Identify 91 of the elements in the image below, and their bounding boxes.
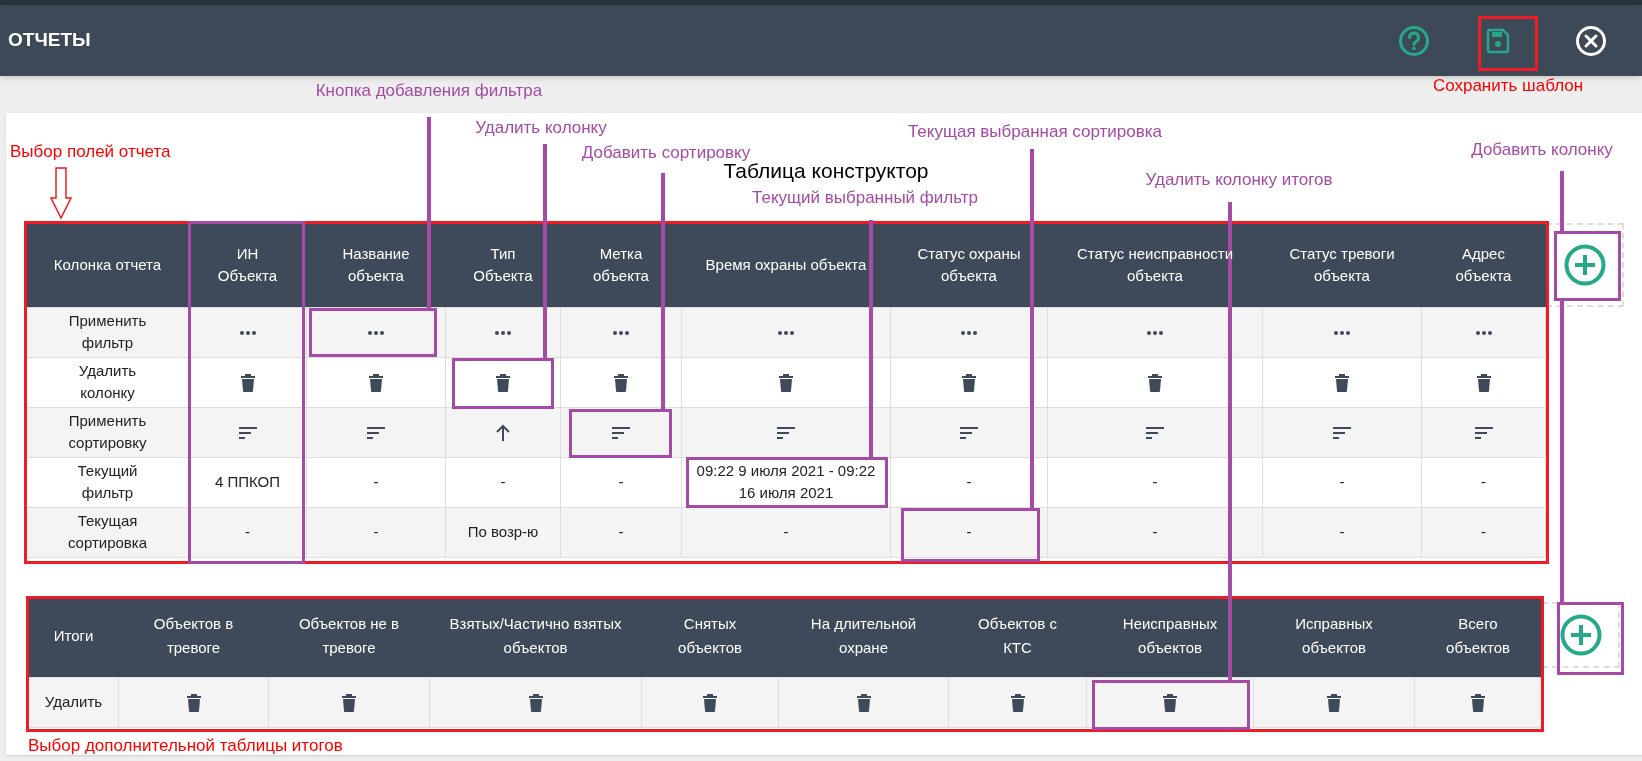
annotation-label: Удалить колонку итогов [1145, 170, 1333, 190]
add-column-icon[interactable] [1560, 613, 1602, 656]
trash-icon[interactable] [779, 374, 793, 393]
row-label: Применить фильтр [26, 307, 189, 357]
column-header: Адрес объекта [1421, 223, 1546, 307]
trash-icon[interactable] [1163, 694, 1177, 713]
table-cell: По возр-ю [445, 507, 561, 557]
column-header: Название объекта [306, 223, 446, 307]
page-title: ОТЧЕТЫ [8, 28, 92, 53]
save-icon[interactable] [1485, 27, 1511, 54]
trash-icon[interactable] [856, 694, 871, 713]
column-header: Объектов не в тревоге [268, 595, 430, 678]
trash-icon[interactable] [962, 374, 976, 393]
annotation-label: Добавить колонку [1471, 140, 1613, 160]
table-cell: - [1262, 507, 1422, 557]
table-cell: - [188, 507, 307, 557]
trash-icon[interactable] [186, 694, 201, 713]
sort-icon[interactable] [1474, 427, 1493, 440]
trash-icon[interactable] [1335, 374, 1349, 393]
up-arrow-icon[interactable] [495, 424, 511, 443]
annotation-label: Кнопка добавления фильтра [315, 81, 543, 101]
add-column-icon[interactable] [1564, 244, 1606, 286]
column-header: Время охраны объекта [681, 223, 891, 307]
trash-icon[interactable] [1327, 694, 1341, 713]
sort-icon[interactable] [612, 427, 630, 440]
more-icon[interactable] [495, 331, 511, 336]
trash-icon[interactable] [369, 374, 383, 393]
trash-icon[interactable] [703, 694, 717, 713]
close-icon[interactable] [1575, 24, 1607, 57]
trash-icon[interactable] [240, 374, 255, 393]
row-label: Удалить [28, 677, 119, 728]
column-header: Статус тревоги объекта [1262, 223, 1422, 307]
table-cell: - [306, 507, 446, 557]
more-icon[interactable] [961, 331, 977, 336]
column-header: Объектов в тревоге [118, 595, 269, 678]
highlight-frame [1554, 231, 1621, 301]
highlight-frame [1478, 16, 1538, 71]
column-header: Статус неисправности объекта [1047, 223, 1263, 307]
annotation-label: Добавить сортировку [581, 143, 751, 163]
column-header: Всего объектов [1414, 595, 1542, 678]
column-header: ИН Объекта [188, 223, 307, 307]
table-cell: - [1421, 457, 1546, 507]
help-icon[interactable] [1398, 24, 1430, 57]
column-header: Колонка отчета [26, 223, 189, 307]
trash-icon[interactable] [614, 374, 628, 393]
column-header: Тип Объекта [445, 223, 561, 307]
trash-icon[interactable] [1148, 374, 1162, 393]
annotation-label: Текущая выбранная сортировка [907, 122, 1163, 142]
column-header: Итоги [28, 595, 119, 678]
sort-icon[interactable] [960, 427, 978, 440]
table-cell: - [560, 457, 682, 507]
sort-icon[interactable] [367, 427, 385, 440]
trash-icon[interactable] [342, 694, 356, 713]
sort-icon[interactable] [1146, 427, 1164, 440]
down-arrow-icon [50, 167, 72, 219]
annotation-label: Выбор полей отчета [10, 142, 171, 162]
table-cell: 4 ППКОП [188, 457, 307, 507]
column-header: Объектов с КТС [948, 595, 1087, 678]
sort-icon[interactable] [1333, 427, 1351, 440]
column-header: Статус охраны объекта [890, 223, 1048, 307]
table-cell: - [560, 507, 682, 557]
annotation-label: Удалить колонку [475, 118, 607, 138]
more-icon[interactable] [239, 331, 256, 336]
trash-icon[interactable] [1010, 694, 1025, 713]
trash-icon[interactable] [528, 694, 543, 713]
table-cell: - [306, 457, 446, 507]
trash-icon[interactable] [1476, 374, 1491, 393]
more-icon[interactable] [778, 331, 794, 336]
column-header: Исправных объектов [1253, 595, 1415, 678]
trash-icon[interactable] [496, 374, 510, 393]
table-cell: - [890, 507, 1048, 557]
more-icon[interactable] [368, 331, 384, 336]
annotation-label: Сохранить шаблон [1432, 76, 1584, 96]
column-header: На длительной охране [778, 595, 949, 678]
column-header: Снятых объектов [641, 595, 779, 678]
column-header: Метка объекта [560, 223, 682, 307]
table-cell: - [445, 457, 561, 507]
column-header: Неисправных объектов [1086, 595, 1254, 678]
sort-icon[interactable] [238, 427, 257, 440]
annotation-label: Текущий выбранный фильтр [752, 188, 978, 208]
more-icon[interactable] [1334, 331, 1350, 336]
annotation-label: Выбор дополнительной таблицы итогов [28, 736, 343, 756]
sort-icon[interactable] [777, 427, 795, 440]
table-cell: - [681, 507, 891, 557]
more-icon[interactable] [613, 331, 629, 336]
table-cell: - [1421, 507, 1546, 557]
more-icon[interactable] [1475, 331, 1492, 336]
table-cell: - [1262, 457, 1422, 507]
column-header: Взятых/Частично взятых объектов [429, 595, 642, 678]
trash-icon[interactable] [1471, 694, 1485, 713]
more-icon[interactable] [1147, 331, 1163, 336]
